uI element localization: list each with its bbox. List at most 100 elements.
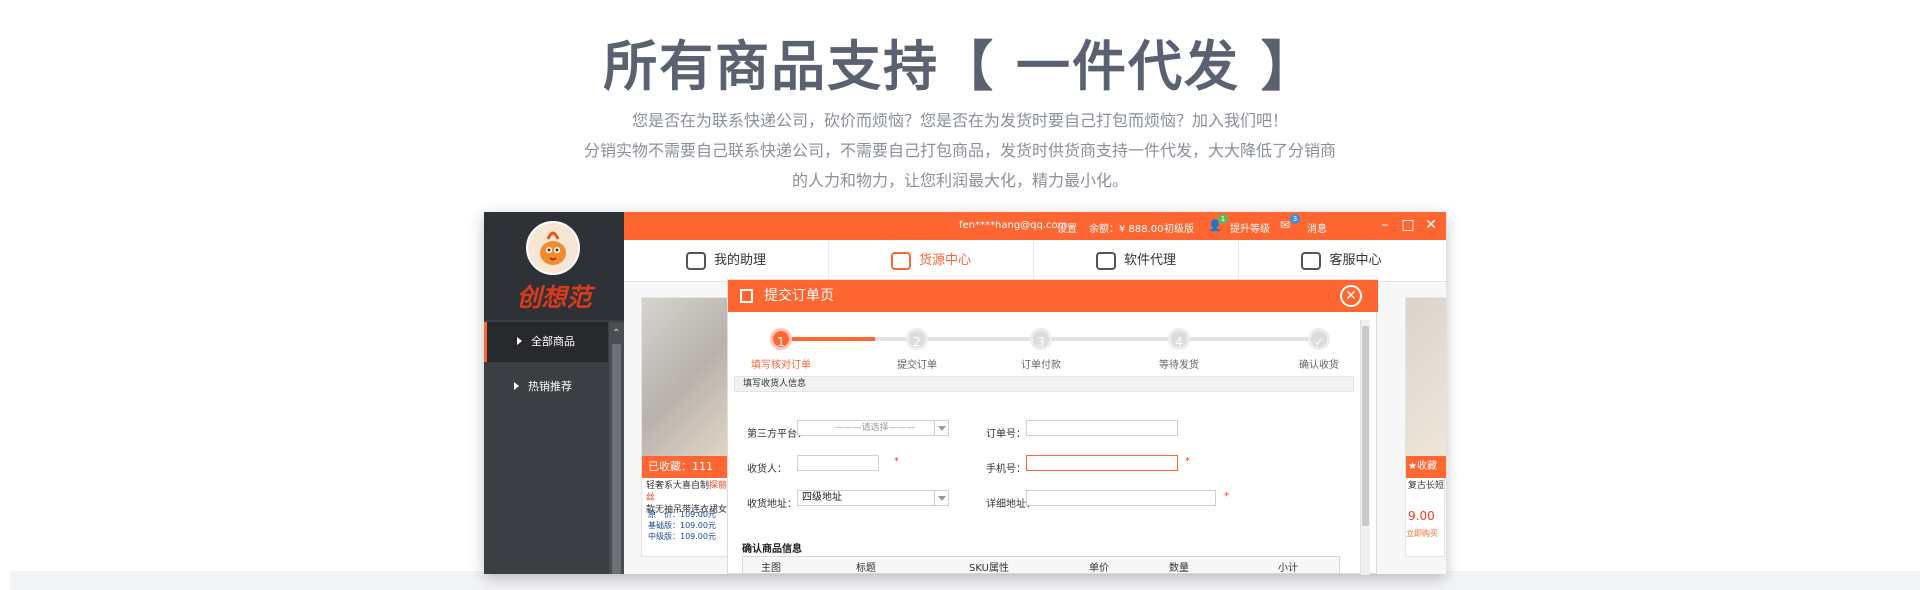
step-4-label: 等待发货 [1159, 360, 1199, 371]
assistant-icon [685, 251, 706, 270]
layers-icon [1095, 251, 1116, 270]
platform-placeholder: ———请选择——— [834, 423, 916, 433]
receiver-label: 收货人： [747, 464, 787, 475]
caret-right-icon [514, 382, 519, 390]
receiver-section-title: 填写收货人信息 [734, 376, 1354, 392]
upgrade-link[interactable]: 提升等级 [1230, 220, 1270, 235]
step-progress-fill [780, 337, 875, 341]
required-mark: * [1224, 491, 1229, 502]
nav-customer-service[interactable]: 客服中心 [1239, 240, 1444, 282]
step-2-dot: 2 [906, 328, 928, 350]
sidebar-item-all-products[interactable]: 全部商品 [484, 322, 608, 362]
modal-title: 提交订单页 [764, 288, 834, 304]
address-label: 收货地址： [747, 499, 797, 510]
modal-scrollbar[interactable] [1360, 320, 1370, 575]
col-sku: SKU属性 [969, 563, 1009, 574]
scroll-up-icon[interactable]: ⌃ [612, 328, 620, 339]
collect-count: 已收藏：111 [642, 456, 737, 478]
messages-link[interactable]: 消息 [1307, 220, 1327, 235]
hero-desc-line-2: 分销实物不需要自己联系快递公司，不需要自己打包商品，发货时供货商支持一件代发，大… [583, 141, 1336, 160]
step-1-dot: 1 [770, 328, 792, 350]
sidebar: 创想范 全部商品 热销推荐 ⌃ [484, 212, 624, 574]
buy-now-button[interactable]: 立即购买 [1406, 528, 1438, 540]
sidebar-item-label: 热销推荐 [528, 380, 572, 393]
nav-label: 客服中心 [1329, 253, 1382, 268]
nav-label: 我的助理 [713, 253, 766, 268]
required-mark: * [894, 456, 899, 467]
col-quantity: 数量 [1169, 563, 1189, 574]
hero-desc-line-3: 的人力和物力，让您利润最大化，精力最小化。 [791, 171, 1128, 190]
message-badge: 3 [1290, 214, 1300, 224]
step-1-label: 填写核对订单 [751, 360, 811, 371]
address-select[interactable]: 四级地址 [797, 490, 949, 506]
maximize-icon[interactable]: □ [1399, 216, 1417, 234]
chevron-down-icon [934, 421, 948, 435]
balance: 余额：¥ 888.00 [1089, 224, 1164, 235]
modal-header: 提交订单页 ✕ [728, 280, 1378, 312]
collect-button[interactable]: ★收藏 [1406, 456, 1446, 478]
hero-title: 所有商品支持【 一件代发 】 [603, 35, 1317, 98]
phone-label: 手机号： [986, 464, 1026, 475]
nav-supply-center[interactable]: 货源中心 [829, 240, 1034, 282]
page: 所有商品支持【 一件代发 】 您是否在为联系快递公司，砍价而烦恼？您是否在为发货… [0, 0, 1920, 590]
sidebar-item-hot[interactable]: 热销推荐 [484, 367, 608, 407]
level-badge: 初级版 [1164, 224, 1194, 235]
product-image [642, 298, 737, 456]
nav-label: 货源中心 [918, 253, 971, 268]
price-mid: 中级版：109.00元 [648, 532, 716, 541]
product-title-text: 轻奢系大喜自制 [646, 481, 710, 491]
hero-desc-line-1: 您是否在为联系快递公司，砍价而烦恼？您是否在为发货时要自己打包而烦恼？加入我们吧… [631, 111, 1288, 130]
scroll-thumb[interactable] [612, 344, 621, 574]
logo-area: 创想范 [484, 212, 624, 320]
order-number-input[interactable] [1026, 420, 1178, 436]
product-price: 9.00 [1408, 509, 1435, 523]
product-table-header: 主图 标题 SKU属性 单价 数量 小计 [742, 556, 1340, 574]
step-2-label: 提交订单 [897, 360, 937, 371]
chevron-down-icon [934, 491, 948, 505]
confirm-products-title: 确认商品信息 [742, 544, 802, 555]
close-icon[interactable]: ✕ [1422, 216, 1440, 234]
platform-select[interactable]: ———请选择——— [797, 420, 949, 436]
phone-input[interactable] [1026, 455, 1178, 471]
logo-text: 创想范 [516, 283, 592, 312]
close-icon[interactable]: ✕ [1340, 285, 1362, 307]
headset-icon [1301, 251, 1322, 270]
nav-label: 软件代理 [1123, 253, 1176, 268]
caret-right-icon [517, 337, 522, 345]
mail-icon[interactable]: ✉ [1280, 218, 1290, 232]
document-icon [740, 289, 753, 303]
sidebar-scrollbar[interactable]: ⌃ [609, 322, 624, 574]
col-unit-price: 单价 [1089, 563, 1109, 574]
product-title: 复古长短 [1408, 481, 1445, 491]
order-steps: 1 2 3 4 ✓ 填写核对订单 提交订单 订单付款 等待发货 确认收货 [728, 312, 1378, 372]
star-icon: ★ [1408, 461, 1417, 472]
upgrade-badge: 1 [1218, 214, 1228, 224]
minimize-icon[interactable]: – [1376, 216, 1394, 234]
store-icon [890, 251, 911, 270]
receiver-input[interactable] [797, 455, 879, 471]
step-5-label: 确认收货 [1299, 360, 1339, 371]
required-mark: * [1185, 456, 1190, 467]
user-email: fen****hang@qq.com [959, 220, 1068, 231]
nav-my-assistant[interactable]: 我的助理 [624, 240, 829, 282]
scroll-thumb[interactable] [1362, 326, 1369, 526]
col-main-image: 主图 [761, 563, 781, 574]
product-card[interactable]: ★收藏 复古长短 9.00 立即购买 [1405, 297, 1446, 557]
order-number-label: 订单号： [986, 429, 1026, 440]
submit-order-modal: 提交订单页 ✕ 1 2 3 4 ✓ 填写核对订单 提交订单 订单付款 等待发货 … [727, 279, 1378, 575]
price-original: 原 价：109.00元 [648, 510, 716, 519]
product-card[interactable]: 已收藏：111 轻奢系大喜自制探丽丝 款无袖吊带连衣裙女 原 价：109.00元… [641, 297, 737, 557]
step-3-dot: 3 [1030, 328, 1052, 350]
top-bar: fen****hang@qq.com 设置 余额：¥ 888.00 初级版 👤 … [624, 212, 1446, 240]
col-title: 标题 [856, 563, 876, 574]
detail-address-input[interactable] [1026, 490, 1216, 506]
price-basic: 基础版：109.00元 [648, 521, 716, 530]
logo-mascot-icon [526, 221, 580, 275]
step-5-dot: ✓ [1308, 328, 1330, 350]
nav-software-agent[interactable]: 软件代理 [1034, 240, 1239, 282]
collect-label: 收藏 [1416, 461, 1437, 472]
sidebar-item-label: 全部商品 [531, 335, 575, 348]
product-image [1406, 298, 1446, 456]
col-subtotal: 小计 [1278, 563, 1298, 574]
settings-link[interactable]: 设置 [1057, 220, 1077, 235]
